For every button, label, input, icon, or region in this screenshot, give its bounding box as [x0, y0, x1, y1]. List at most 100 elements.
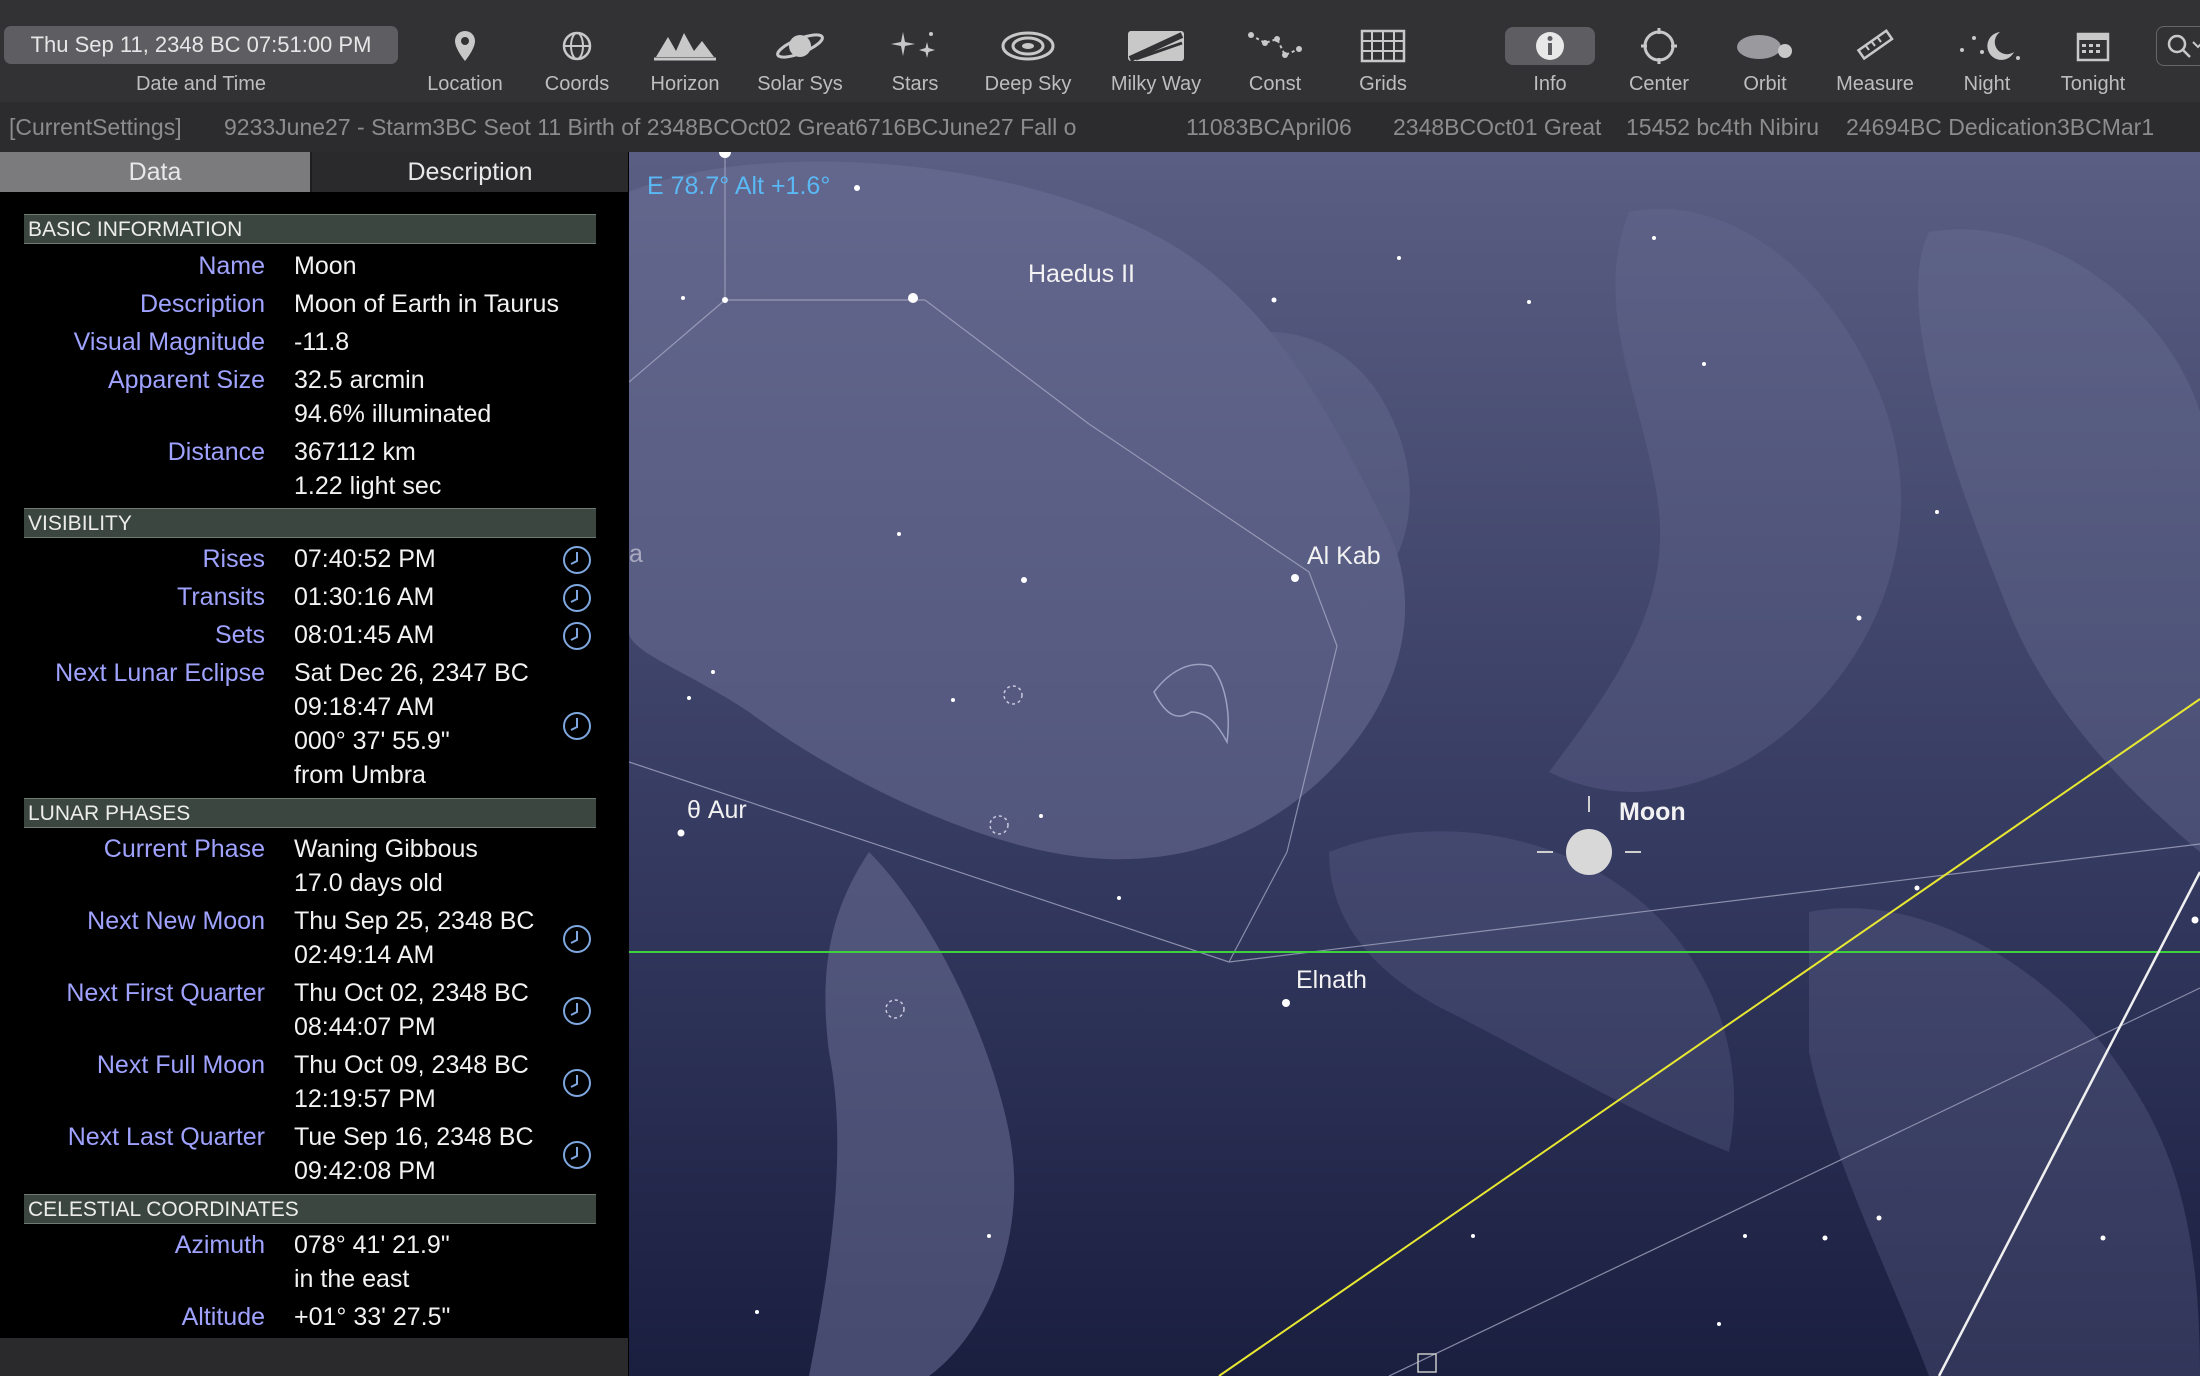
sets-value: 08:01:45 AM: [294, 621, 435, 649]
ticker-current-settings[interactable]: [CurrentSettings]: [9, 102, 182, 152]
al-kab-star[interactable]: [1291, 574, 1299, 582]
star[interactable]: [897, 532, 901, 536]
orbit-button[interactable]: Orbit: [1720, 0, 1810, 102]
eclipse-type-value: from Umbra: [294, 761, 426, 789]
star[interactable]: [1397, 256, 1401, 260]
stars-button[interactable]: Stars: [870, 0, 960, 102]
theta-aur-label[interactable]: θ Aur: [687, 796, 747, 825]
center-button[interactable]: Center: [1614, 0, 1704, 102]
rises-key: Rises: [202, 545, 265, 573]
al-kab-label[interactable]: Al Kab: [1307, 542, 1381, 571]
first-quarter-clock-icon[interactable]: [562, 996, 592, 1026]
next-first-quarter-time: 08:44:07 PM: [294, 1013, 436, 1041]
moon-disc[interactable]: [1566, 829, 1612, 875]
azimuth-value: 078° 41' 21.9": [294, 1231, 450, 1259]
star[interactable]: [755, 1310, 759, 1314]
eclipse-time-value: 09:18:47 AM: [294, 693, 435, 721]
full-moon-clock-icon[interactable]: [562, 1068, 592, 1098]
search-icon: [2167, 34, 2200, 58]
visual-magnitude-key: Visual Magnitude: [73, 328, 265, 356]
star[interactable]: [854, 185, 860, 191]
next-first-quarter-key: Next First Quarter: [66, 979, 265, 1007]
night-button[interactable]: Night: [1942, 0, 2032, 102]
rises-clock-icon[interactable]: [562, 545, 592, 575]
next-last-quarter-date: Tue Sep 16, 2348 BC: [294, 1123, 534, 1151]
panel-bottom-bar: [0, 1338, 628, 1376]
measure-label: Measure: [1836, 73, 1914, 95]
constellations-button[interactable]: Const: [1230, 0, 1320, 102]
center-target-icon: [1641, 28, 1677, 64]
star[interactable]: [1271, 297, 1277, 303]
star[interactable]: [1743, 1234, 1747, 1238]
milky-way-button[interactable]: Milky Way: [1100, 0, 1212, 102]
last-quarter-clock-icon[interactable]: [562, 1140, 592, 1170]
haedus-ii-star-2[interactable]: [1021, 577, 1027, 583]
elnath-star[interactable]: [1282, 999, 1290, 1007]
date-time-button[interactable]: Thu Sep 11, 2348 BC 07:51:00 PM: [4, 26, 398, 64]
star[interactable]: [2191, 916, 2199, 924]
tab-description[interactable]: Description: [312, 152, 628, 192]
transits-clock-icon[interactable]: [562, 583, 592, 613]
star[interactable]: [1935, 510, 1939, 514]
info-button[interactable]: Info: [1505, 0, 1595, 102]
tonight-button[interactable]: Tonight: [2048, 0, 2138, 102]
eclipse-clock-icon[interactable]: [562, 711, 592, 741]
search-button[interactable]: [2156, 26, 2200, 66]
ticker-item[interactable]: 2348BCOct01 Great: [1393, 102, 1601, 152]
star[interactable]: [987, 1234, 991, 1238]
solar-system-button[interactable]: Solar Sys: [752, 0, 848, 102]
star[interactable]: [1856, 615, 1862, 621]
star[interactable]: [1914, 885, 1920, 891]
location-button[interactable]: Location: [420, 0, 510, 102]
section-lunar-phases[interactable]: LUNAR PHASES: [24, 798, 596, 828]
altitude-key: Altitude: [181, 1303, 265, 1331]
ticker-item[interactable]: 24694BC Dedication3BCMar1: [1846, 102, 2154, 152]
distance-light-value: 1.22 light sec: [294, 472, 442, 500]
orbit-label: Orbit: [1743, 73, 1787, 95]
transits-key: Transits: [177, 583, 265, 611]
star[interactable]: [681, 296, 685, 300]
ticker-item[interactable]: 15452 bc4th Nibiru: [1626, 102, 1819, 152]
haedus-ii-label[interactable]: Haedus II: [1028, 260, 1135, 289]
deep-sky-button[interactable]: Deep Sky: [978, 0, 1078, 102]
coords-button[interactable]: Coords: [532, 0, 622, 102]
tab-data[interactable]: Data: [0, 152, 310, 192]
star[interactable]: [711, 670, 715, 674]
section-celestial-coordinates[interactable]: CELESTIAL COORDINATES: [24, 1194, 596, 1224]
sky-chart[interactable]: [629, 152, 2200, 1376]
sky-view[interactable]: E 78.7° Alt +1.6° Haedus II Al Kab a θ A…: [629, 152, 2200, 1376]
horizon-button[interactable]: Horizon: [640, 0, 730, 102]
measure-button[interactable]: Measure: [1830, 0, 1920, 102]
grids-label: Grids: [1359, 73, 1407, 95]
deep-sky-label: Deep Sky: [984, 73, 1072, 95]
ticker-item[interactable]: 11083BCApril06: [1186, 102, 1352, 152]
ruler-icon: [1856, 29, 1894, 61]
elnath-label[interactable]: Elnath: [1296, 966, 1367, 995]
star[interactable]: [1702, 362, 1706, 366]
theta-aur-star[interactable]: [677, 829, 685, 837]
star[interactable]: [951, 698, 955, 702]
star[interactable]: [1652, 236, 1656, 240]
star[interactable]: [687, 696, 691, 700]
name-value: Moon: [294, 252, 357, 280]
star[interactable]: [2100, 1235, 2106, 1241]
star[interactable]: [908, 293, 918, 303]
next-lunar-eclipse-key: Next Lunar Eclipse: [55, 659, 265, 687]
star[interactable]: [1471, 1234, 1475, 1238]
haedus-ii-star[interactable]: [722, 297, 728, 303]
star[interactable]: [1039, 814, 1043, 818]
section-basic-information[interactable]: BASIC INFORMATION: [24, 214, 596, 244]
ticker-item[interactable]: 9233June27 - Starm3BC Seot 11 Birth of 2…: [224, 102, 1076, 152]
location-pin-icon: [455, 31, 475, 61]
section-visibility[interactable]: VISIBILITY: [24, 508, 596, 538]
star[interactable]: [1527, 300, 1531, 304]
new-moon-clock-icon[interactable]: [562, 924, 592, 954]
star[interactable]: [1822, 1235, 1828, 1241]
star[interactable]: [1717, 1322, 1721, 1326]
moon-label[interactable]: Moon: [1619, 798, 1686, 827]
coords-label: Coords: [544, 73, 610, 95]
star[interactable]: [1876, 1215, 1882, 1221]
star[interactable]: [1117, 896, 1121, 900]
sets-clock-icon[interactable]: [562, 621, 592, 651]
grids-button[interactable]: Grids: [1338, 0, 1428, 102]
